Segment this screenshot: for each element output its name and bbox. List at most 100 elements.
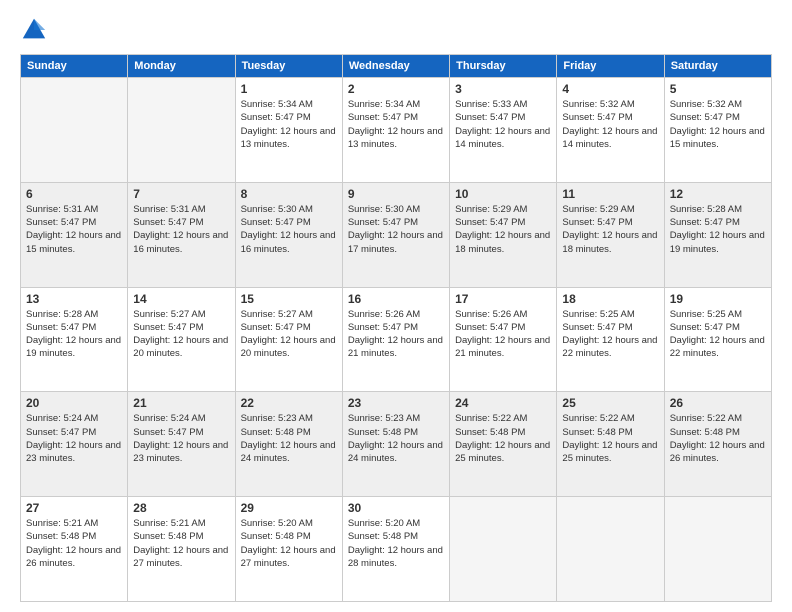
col-header-thursday: Thursday [450,55,557,78]
day-cell: 23 Sunrise: 5:23 AM Sunset: 5:48 PM Dayli… [342,392,449,497]
day-number: 3 [455,82,551,96]
day-cell: 15 Sunrise: 5:27 AM Sunset: 5:47 PM Dayli… [235,287,342,392]
week-row-4: 20 Sunrise: 5:24 AM Sunset: 5:47 PM Dayli… [21,392,772,497]
day-number: 15 [241,292,337,306]
col-header-monday: Monday [128,55,235,78]
day-info: Sunrise: 5:25 AM Sunset: 5:47 PM Dayligh… [670,308,766,361]
day-cell: 18 Sunrise: 5:25 AM Sunset: 5:47 PM Dayli… [557,287,664,392]
day-cell: 24 Sunrise: 5:22 AM Sunset: 5:48 PM Dayli… [450,392,557,497]
day-number: 27 [26,501,122,515]
day-info: Sunrise: 5:29 AM Sunset: 5:47 PM Dayligh… [562,203,658,256]
day-number: 12 [670,187,766,201]
day-cell: 7Sunrise: 5:31 AM Sunset: 5:47 PM Daylig… [128,182,235,287]
day-cell: 5 Sunrise: 5:32 AM Sunset: 5:47 PM Daylig… [664,78,771,183]
week-row-2: 6 Sunrise: 5:31 AM Sunset: 5:47 PM Daylig… [21,182,772,287]
day-info: Sunrise: 5:32 AM Sunset: 5:47 PM Dayligh… [670,98,766,151]
day-number: 10 [455,187,551,201]
day-number: 14 [133,292,229,306]
day-info: Sunrise: 5:33 AM Sunset: 5:47 PM Dayligh… [455,98,551,151]
day-number: 28 [133,501,229,515]
day-cell [664,497,771,602]
header-row: SundayMondayTuesdayWednesdayThursdayFrid… [21,55,772,78]
day-cell: 29Sunrise: 5:20 AM Sunset: 5:48 PM Dayli… [235,497,342,602]
day-number: 6 [26,187,122,201]
day-number: 24 [455,396,551,410]
day-info: Sunrise: 5:32 AM Sunset: 5:47 PM Dayligh… [562,98,658,151]
day-number: 19 [670,292,766,306]
day-number: 26 [670,396,766,410]
day-cell [128,78,235,183]
day-info: Sunrise: 5:28 AM Sunset: 5:47 PM Dayligh… [26,308,122,361]
day-cell: 17 Sunrise: 5:26 AM Sunset: 5:47 PM Dayli… [450,287,557,392]
day-number: 16 [348,292,444,306]
day-cell: 19 Sunrise: 5:25 AM Sunset: 5:47 PM Dayli… [664,287,771,392]
week-row-3: 13 Sunrise: 5:28 AM Sunset: 5:47 PM Dayli… [21,287,772,392]
day-cell: 2Sunrise: 5:34 AM Sunset: 5:47 PM Daylig… [342,78,449,183]
logo [20,16,52,44]
day-cell [450,497,557,602]
day-cell: 12 Sunrise: 5:28 AM Sunset: 5:47 PM Dayli… [664,182,771,287]
day-cell: 1 Sunrise: 5:34 AM Sunset: 5:47 PM Daylig… [235,78,342,183]
day-cell: 21 Sunrise: 5:24 AM Sunset: 5:47 PM Dayli… [128,392,235,497]
day-info: Sunrise: 5:27 AM Sunset: 5:47 PM Dayligh… [133,308,229,361]
day-info: Sunrise: 5:26 AM Sunset: 5:47 PM Dayligh… [455,308,551,361]
day-info: Sunrise: 5:21 AM Sunset: 5:48 PM Dayligh… [133,517,229,570]
week-row-1: 1 Sunrise: 5:34 AM Sunset: 5:47 PM Daylig… [21,78,772,183]
day-number: 1 [241,82,337,96]
day-number: 21 [133,396,229,410]
col-header-wednesday: Wednesday [342,55,449,78]
calendar: SundayMondayTuesdayWednesdayThursdayFrid… [20,54,772,602]
day-number: 13 [26,292,122,306]
day-number: 8 [241,187,337,201]
day-cell: 10 Sunrise: 5:29 AM Sunset: 5:47 PM Dayli… [450,182,557,287]
day-info: Sunrise: 5:22 AM Sunset: 5:48 PM Dayligh… [455,412,551,465]
day-info: Sunrise: 5:31 AM Sunset: 5:47 PM Dayligh… [26,203,122,256]
day-number: 20 [26,396,122,410]
day-info: Sunrise: 5:27 AM Sunset: 5:47 PM Dayligh… [241,308,337,361]
day-cell: 22 Sunrise: 5:23 AM Sunset: 5:48 PM Dayli… [235,392,342,497]
col-header-tuesday: Tuesday [235,55,342,78]
day-info: Sunrise: 5:28 AM Sunset: 5:47 PM Dayligh… [670,203,766,256]
col-header-saturday: Saturday [664,55,771,78]
day-number: 17 [455,292,551,306]
day-cell: 13 Sunrise: 5:28 AM Sunset: 5:47 PM Dayli… [21,287,128,392]
day-cell: 9 Sunrise: 5:30 AM Sunset: 5:47 PM Daylig… [342,182,449,287]
day-info: Sunrise: 5:23 AM Sunset: 5:48 PM Dayligh… [241,412,337,465]
day-number: 7 [133,187,229,201]
day-info: Sunrise: 5:22 AM Sunset: 5:48 PM Dayligh… [670,412,766,465]
day-info: Sunrise: 5:22 AM Sunset: 5:48 PM Dayligh… [562,412,658,465]
page: SundayMondayTuesdayWednesdayThursdayFrid… [0,0,792,612]
day-cell: 11 Sunrise: 5:29 AM Sunset: 5:47 PM Dayli… [557,182,664,287]
day-info: Sunrise: 5:25 AM Sunset: 5:47 PM Dayligh… [562,308,658,361]
day-info: Sunrise: 5:29 AM Sunset: 5:47 PM Dayligh… [455,203,551,256]
day-cell: 8Sunrise: 5:30 AM Sunset: 5:47 PM Daylig… [235,182,342,287]
header [20,16,772,44]
day-number: 5 [670,82,766,96]
day-number: 4 [562,82,658,96]
day-cell: 14 Sunrise: 5:27 AM Sunset: 5:47 PM Dayli… [128,287,235,392]
day-cell: 16Sunrise: 5:26 AM Sunset: 5:47 PM Dayli… [342,287,449,392]
day-number: 23 [348,396,444,410]
day-info: Sunrise: 5:21 AM Sunset: 5:48 PM Dayligh… [26,517,122,570]
day-info: Sunrise: 5:34 AM Sunset: 5:47 PM Dayligh… [241,98,337,151]
day-cell: 25Sunrise: 5:22 AM Sunset: 5:48 PM Dayli… [557,392,664,497]
week-row-5: 27 Sunrise: 5:21 AM Sunset: 5:48 PM Dayli… [21,497,772,602]
day-cell: 6 Sunrise: 5:31 AM Sunset: 5:47 PM Daylig… [21,182,128,287]
day-cell: 28 Sunrise: 5:21 AM Sunset: 5:48 PM Dayli… [128,497,235,602]
day-cell: 27 Sunrise: 5:21 AM Sunset: 5:48 PM Dayli… [21,497,128,602]
day-cell [21,78,128,183]
logo-icon [20,16,48,44]
day-number: 2 [348,82,444,96]
day-number: 18 [562,292,658,306]
day-info: Sunrise: 5:23 AM Sunset: 5:48 PM Dayligh… [348,412,444,465]
day-number: 30 [348,501,444,515]
day-info: Sunrise: 5:20 AM Sunset: 5:48 PM Dayligh… [348,517,444,570]
day-cell [557,497,664,602]
day-info: Sunrise: 5:24 AM Sunset: 5:47 PM Dayligh… [133,412,229,465]
day-cell: 4 Sunrise: 5:32 AM Sunset: 5:47 PM Daylig… [557,78,664,183]
day-number: 22 [241,396,337,410]
day-number: 9 [348,187,444,201]
day-cell: 20Sunrise: 5:24 AM Sunset: 5:47 PM Dayli… [21,392,128,497]
day-number: 11 [562,187,658,201]
day-info: Sunrise: 5:30 AM Sunset: 5:47 PM Dayligh… [348,203,444,256]
